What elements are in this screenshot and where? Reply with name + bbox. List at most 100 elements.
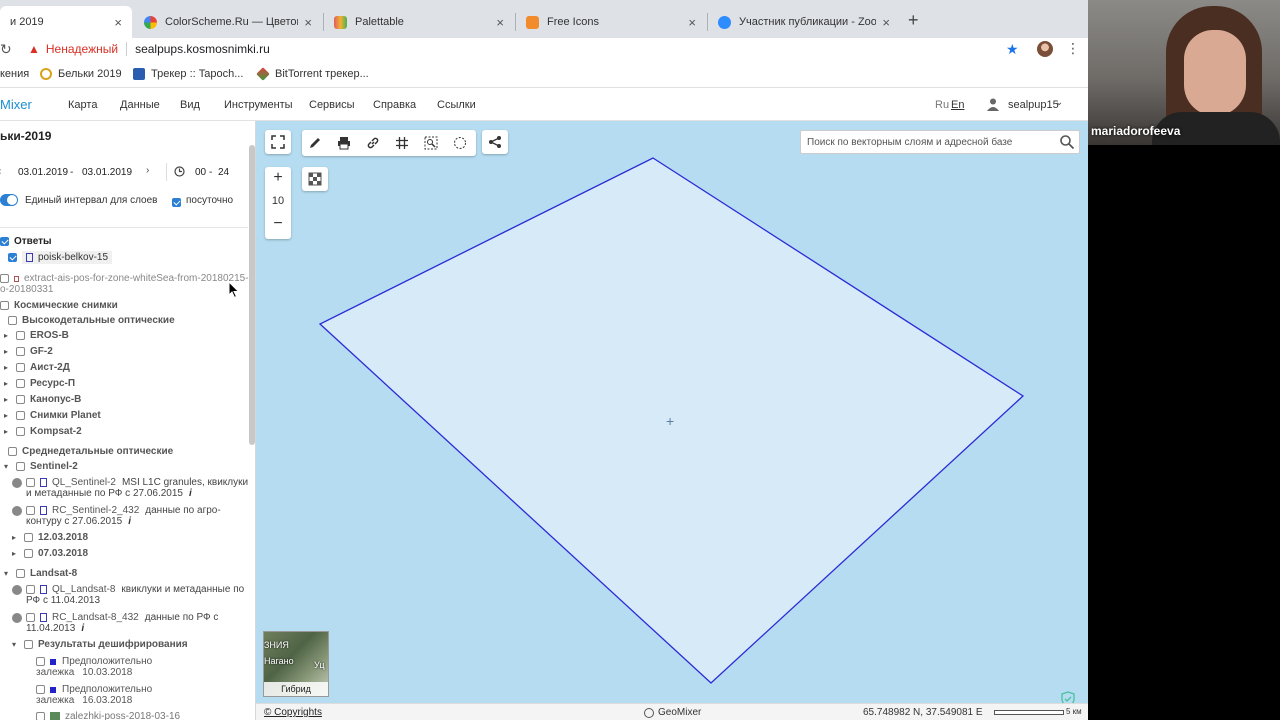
group-kompsat-2[interactable]: ▸ Kompsat-2 [4,426,82,437]
omnibox[interactable]: ▲ Ненадежный sealpups.kosmosnimki.ru [28,38,1028,60]
tab-free-icons[interactable]: Free Icons × [516,6,706,38]
search-input[interactable] [807,134,1047,150]
layer-checkbox[interactable] [36,657,45,666]
group-checkbox[interactable] [8,316,17,325]
group-answers[interactable]: Ответы [0,236,52,247]
group-gf-2[interactable]: ▸ GF-2 [4,346,53,357]
layer-pred-1[interactable]: Предположительно [36,656,152,667]
time-to[interactable]: 24 [218,167,229,178]
bookmark-item[interactable]: BitTorrent трекер... [256,67,369,81]
participant-video[interactable]: mariadorofeeva [1088,0,1280,145]
group-checkbox[interactable] [16,331,25,340]
menu-view[interactable]: Вид [180,99,200,111]
share-button[interactable] [482,130,508,154]
tab-close-icon[interactable]: × [304,15,312,30]
zoom-in-button[interactable]: + [265,169,291,191]
zoom-box-button[interactable] [418,132,444,154]
menu-tools[interactable]: Инструменты [224,99,293,111]
menu-services[interactable]: Сервисы [309,99,355,111]
group-checkbox[interactable] [16,363,25,372]
expand-triangle-icon[interactable]: ▸ [4,427,12,436]
bookmark-item[interactable]: кения [0,68,29,80]
grid-button[interactable] [389,132,415,154]
group-landsat-8[interactable]: ▾ Landsat-8 [4,568,77,579]
zoom-out-button[interactable]: − [265,215,291,237]
map-canvas[interactable]: + 10 − + ЗНИЯ Нагано Уц Гибрид [256,121,1088,703]
layer-checkbox[interactable] [26,613,35,622]
shield-icon[interactable] [1060,691,1076,703]
tab-colorscheme[interactable]: ColorScheme.Ru — Цветовой × [134,6,322,38]
group-high-res[interactable]: Высокодетальные оптические [8,315,175,326]
group-resurs-p[interactable]: ▸ Ресурс-П [4,378,75,389]
layer-checkbox[interactable] [26,506,35,515]
layer-checkbox[interactable] [26,585,35,594]
daily-checkbox[interactable] [172,195,181,209]
group-checkbox[interactable] [16,347,25,356]
group-checkbox[interactable] [16,569,25,578]
group-checkbox[interactable] [16,411,25,420]
date-to[interactable]: 03.01.2019 [82,167,132,178]
language-ru[interactable]: Ru [935,99,949,111]
layer-ql-landsat[interactable]: QL_Landsat-8 квиклуки и метаданные по [12,584,244,595]
group-checkbox[interactable] [24,640,33,649]
tab-palettable[interactable]: Palettable × [324,6,514,38]
group-checkbox[interactable] [16,427,25,436]
permalink-button[interactable] [360,132,386,154]
security-status[interactable]: Ненадежный [46,42,118,56]
expand-triangle-icon[interactable]: ▸ [4,411,12,420]
basemap-switcher[interactable]: ЗНИЯ Нагано Уц Гибрид [263,631,329,697]
tab-close-icon[interactable]: × [114,15,122,30]
menu-help[interactable]: Справка [373,99,416,111]
group-date-07-03[interactable]: ▸ 07.03.2018 [12,548,88,559]
language-en[interactable]: En [951,99,964,111]
layer-poisk[interactable]: poisk-belkov-15 [8,251,113,264]
layer-zalezhki[interactable]: zalezhki-poss-2018-03-16 [36,711,180,720]
reload-icon[interactable]: ↻ [0,41,12,58]
group-date-12-03[interactable]: ▸ 12.03.2018 [12,532,88,543]
info-icon[interactable]: i [128,516,131,527]
group-planet[interactable]: ▸ Снимки Planet [4,410,101,421]
chevron-right-icon[interactable]: › [146,165,149,176]
layer-checkbox[interactable] [36,685,45,694]
profile-avatar[interactable] [1037,41,1053,57]
user-name[interactable]: sealpup15 [1008,99,1059,111]
expand-triangle-icon[interactable]: ▸ [12,549,20,558]
layer-selected[interactable]: poisk-belkov-15 [22,251,113,264]
expand-triangle-icon[interactable]: ▸ [4,331,12,340]
tab-active[interactable]: и 2019 × [0,6,132,38]
layers-switch-button[interactable] [302,167,328,191]
layer-checkbox[interactable] [26,478,35,487]
cursor-coordinates[interactable]: 65.748982 N, 37.549081 E [863,707,983,718]
chevron-left-icon[interactable]: ‹ [0,166,1,177]
group-kanopus-v[interactable]: ▸ Канопус-В [4,394,81,405]
group-eros-b[interactable]: ▸ EROS-B [4,330,69,341]
collapse-triangle-icon[interactable]: ▾ [12,640,20,649]
group-aist-2d[interactable]: ▸ Аист-2Д [4,362,70,373]
info-icon[interactable]: i [81,623,84,634]
expand-triangle-icon[interactable]: ▸ [4,395,12,404]
layer-checkbox[interactable] [8,253,17,262]
expand-triangle-icon[interactable]: ▸ [4,347,12,356]
group-checkbox[interactable] [16,462,25,471]
collapse-triangle-icon[interactable]: ▾ [4,462,12,471]
tab-close-icon[interactable]: × [496,15,504,30]
interval-toggle[interactable] [0,194,18,206]
group-checkbox[interactable] [8,447,17,456]
menu-data[interactable]: Данные [120,99,160,111]
layer-rc-landsat[interactable]: RC_Landsat-8_432 данные по РФ с [12,612,218,623]
draw-button[interactable] [302,132,328,154]
bookmark-item[interactable]: Трекер :: Tapoch... [133,68,243,80]
url-text[interactable]: sealpups.kosmosnimki.ru [135,42,270,56]
group-sentinel-2[interactable]: ▾ Sentinel-2 [4,461,78,472]
bookmark-item[interactable]: Бельки 2019 [40,68,122,80]
geomixer-logo[interactable]: GeoMixer [644,707,701,718]
chevron-down-icon[interactable]: ⌄ [1055,97,1063,108]
expand-triangle-icon[interactable]: ▸ [4,379,12,388]
collapse-triangle-icon[interactable]: ▾ [4,569,12,578]
layer-ql-sentinel[interactable]: QL_Sentinel-2 MSI L1C granules, квиклуки [12,477,248,488]
browser-menu-icon[interactable]: ⋮ [1066,40,1080,57]
copyrights-link[interactable]: © Copyrights [264,707,322,718]
clock-icon[interactable] [174,166,185,177]
menu-map[interactable]: Карта [68,99,97,111]
fullscreen-button[interactable] [265,130,291,154]
